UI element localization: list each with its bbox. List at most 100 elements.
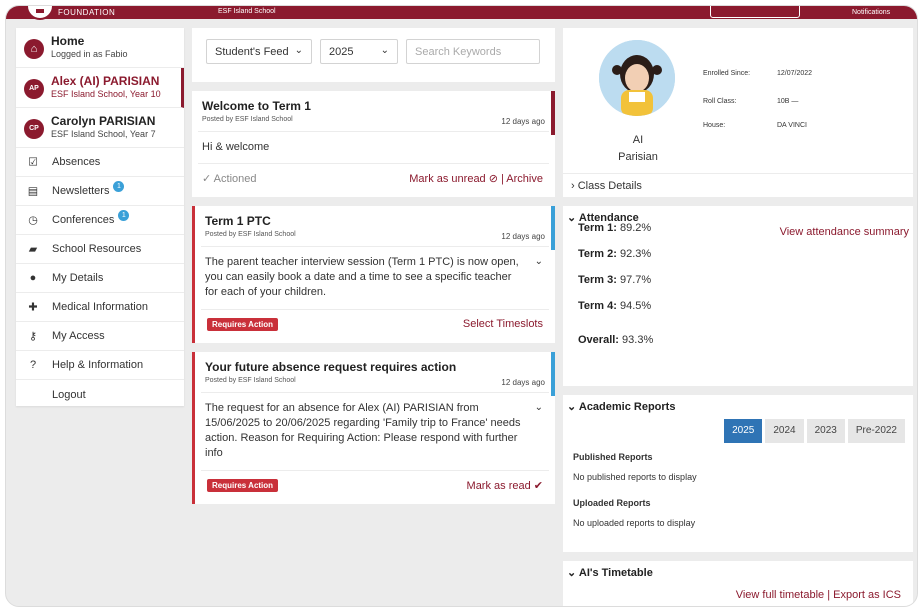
- notification-badge: 1: [118, 209, 130, 221]
- logout-link[interactable]: Logout: [16, 380, 184, 409]
- mark-unread-archive-links[interactable]: Mark as unread ⊘ | Archive: [409, 172, 543, 185]
- school-logo[interactable]: [26, 6, 54, 20]
- card-stripe: [551, 206, 555, 250]
- academic-reports-heading[interactable]: ⌄ Academic Reports: [563, 395, 913, 413]
- attendance-term-2: Term 2: 92.3%: [563, 248, 913, 274]
- sidebar-item-label: My Access: [52, 330, 105, 342]
- sidebar-item-my-access[interactable]: ⚷ My Access: [16, 322, 184, 351]
- sidebar-item-school-resources[interactable]: ▰ School Resources: [16, 235, 184, 264]
- app-window: FOUNDATION ESF Island School Notificatio…: [5, 5, 918, 607]
- card-body: The parent teacher interview session (Te…: [205, 256, 519, 298]
- notifications-link[interactable]: Notifications: [852, 9, 890, 16]
- report-year-tabs: 2025 2024 2023 Pre-2022: [724, 419, 905, 443]
- actioned-status: ✓ Actioned: [202, 173, 257, 185]
- class-details-toggle[interactable]: › Class Details: [563, 173, 913, 197]
- absence-icon: ☑: [28, 156, 38, 169]
- term-value: 97.7%: [619, 274, 652, 286]
- feed-card-ptc: Term 1 PTC Posted by ESF Island School 1…: [192, 206, 555, 343]
- card-footer: ✓ Actioned Mark as unread ⊘ | Archive: [198, 163, 549, 191]
- key-icon: ⚷: [28, 330, 38, 343]
- school-name: ESF Island School: [218, 8, 276, 15]
- student-last-name: Parisian: [618, 151, 658, 163]
- year-value: 2025: [329, 46, 354, 58]
- chevron-right-icon: ›: [571, 180, 575, 192]
- card-title: Your future absence request requires act…: [205, 360, 457, 374]
- timetable-heading[interactable]: ⌄ AI's Timetable: [563, 561, 913, 579]
- tab-year-2023[interactable]: 2023: [806, 419, 845, 443]
- top-bar-button[interactable]: [710, 6, 800, 18]
- sidebar-item-label: Absences: [52, 156, 101, 168]
- sidebar-child-carolyn[interactable]: CP Carolyn PARISIAN ESF Island School, Y…: [16, 108, 184, 148]
- requires-action-badge: Requires Action: [207, 479, 279, 492]
- sidebar-item-home[interactable]: ⌂ Home Logged in as Fabio: [16, 28, 184, 68]
- enrolled-label: Enrolled Since:: [703, 70, 751, 77]
- card-age: 12 days ago: [501, 232, 545, 241]
- newsletter-icon: ▤: [27, 185, 39, 198]
- tab-year-2025[interactable]: 2025: [724, 419, 763, 443]
- actioned-label: Actioned: [213, 173, 257, 185]
- feed-filter-bar: Student's Feed ⌄ 2025 ⌄: [192, 28, 555, 82]
- card-footer: Requires Action Mark as read ✔: [201, 470, 549, 498]
- chevron-down-icon[interactable]: ⌄: [535, 256, 543, 267]
- feed-card-welcome: Welcome to Term 1 Posted by ESF Island S…: [192, 91, 555, 197]
- sidebar-item-label: School Resources: [52, 243, 142, 255]
- house-value: DA VINCI: [777, 122, 807, 129]
- feed-column: Student's Feed ⌄ 2025 ⌄ Welcome to Term …: [192, 28, 555, 513]
- sidebar-item-help[interactable]: ? Help & Information: [16, 351, 184, 380]
- sidebar-item-label: Conferences: [52, 214, 115, 226]
- enrolled-value: 12/07/2022: [777, 70, 813, 77]
- card-age: 12 days ago: [501, 378, 545, 387]
- timetable-panel: ⌄ AI's Timetable View full timetable | E…: [563, 561, 913, 606]
- requires-action-badge: Requires Action: [207, 318, 279, 331]
- term-value: 92.3%: [619, 248, 652, 260]
- uploaded-reports-empty: No uploaded reports to display: [573, 518, 696, 528]
- overall-value: 93.3%: [622, 334, 654, 346]
- year-select[interactable]: 2025 ⌄: [320, 39, 398, 64]
- tab-year-2024[interactable]: 2024: [765, 419, 804, 443]
- class-details-label: Class Details: [577, 180, 642, 192]
- top-bar: FOUNDATION ESF Island School Notificatio…: [6, 6, 917, 20]
- sidebar-item-label: My Details: [52, 272, 104, 284]
- student-photo: [599, 40, 675, 116]
- published-reports-empty: No published reports to display: [573, 472, 697, 482]
- attendance-overall: Overall: 93.3%: [563, 334, 913, 360]
- roll-class-value: 10B —: [777, 98, 799, 105]
- sidebar-item-conferences[interactable]: ◷ Conferences 1: [16, 206, 184, 235]
- card-stripe: [551, 91, 555, 135]
- student-first-name: AI: [632, 134, 644, 146]
- sidebar-item-medical[interactable]: ✚ Medical Information: [16, 293, 184, 322]
- sidebar-item-absences[interactable]: ☑ Absences: [16, 148, 184, 177]
- sidebar-item-newsletters[interactable]: ▤ Newsletters 1: [16, 177, 184, 206]
- term-value: 89.2%: [619, 222, 652, 234]
- attendance-term-4: Term 4: 94.5%: [563, 300, 913, 326]
- term-label: Term 1:: [578, 222, 617, 234]
- card-title: Welcome to Term 1: [202, 99, 311, 113]
- mark-as-read-link[interactable]: Mark as read ✔: [467, 479, 543, 492]
- feed-type-select[interactable]: Student's Feed ⌄: [206, 39, 312, 64]
- brand-name: FOUNDATION: [58, 8, 116, 17]
- view-full-timetable-link[interactable]: View full timetable: [736, 589, 824, 601]
- house-label: House:: [703, 122, 726, 129]
- card-footer: Requires Action Select Timeslots: [201, 309, 549, 337]
- child-name: Carolyn PARISIAN: [51, 114, 156, 128]
- sidebar-item-my-details[interactable]: ● My Details: [16, 264, 184, 293]
- home-title: Home: [51, 34, 85, 48]
- person-icon: ●: [29, 272, 37, 284]
- search-input[interactable]: [406, 39, 540, 64]
- child-detail: ESF Island School, Year 10: [51, 89, 161, 99]
- notification-badge: 1: [113, 180, 125, 192]
- uploaded-reports-label: Uploaded Reports: [573, 498, 651, 508]
- tab-year-pre-2022[interactable]: Pre-2022: [847, 419, 905, 443]
- term-value: 94.5%: [619, 300, 652, 312]
- academic-reports-panel: ⌄ Academic Reports 2025 2024 2023 Pre-20…: [563, 395, 913, 552]
- timetable-links: View full timetable | Export as ICS: [735, 589, 901, 601]
- sidebar-child-alex[interactable]: AP Alex (AI) PARISIAN ESF Island School,…: [16, 68, 184, 108]
- chevron-down-icon[interactable]: ⌄: [535, 402, 543, 413]
- export-ics-link[interactable]: Export as ICS: [833, 589, 901, 601]
- chevron-down-icon: ⌄: [294, 45, 303, 56]
- select-timeslots-link[interactable]: Select Timeslots: [463, 318, 543, 330]
- medical-icon: ✚: [28, 301, 38, 314]
- academic-reports-title: Academic Reports: [578, 401, 676, 413]
- card-title: Term 1 PTC: [205, 214, 271, 228]
- logout-label: Logout: [52, 388, 86, 401]
